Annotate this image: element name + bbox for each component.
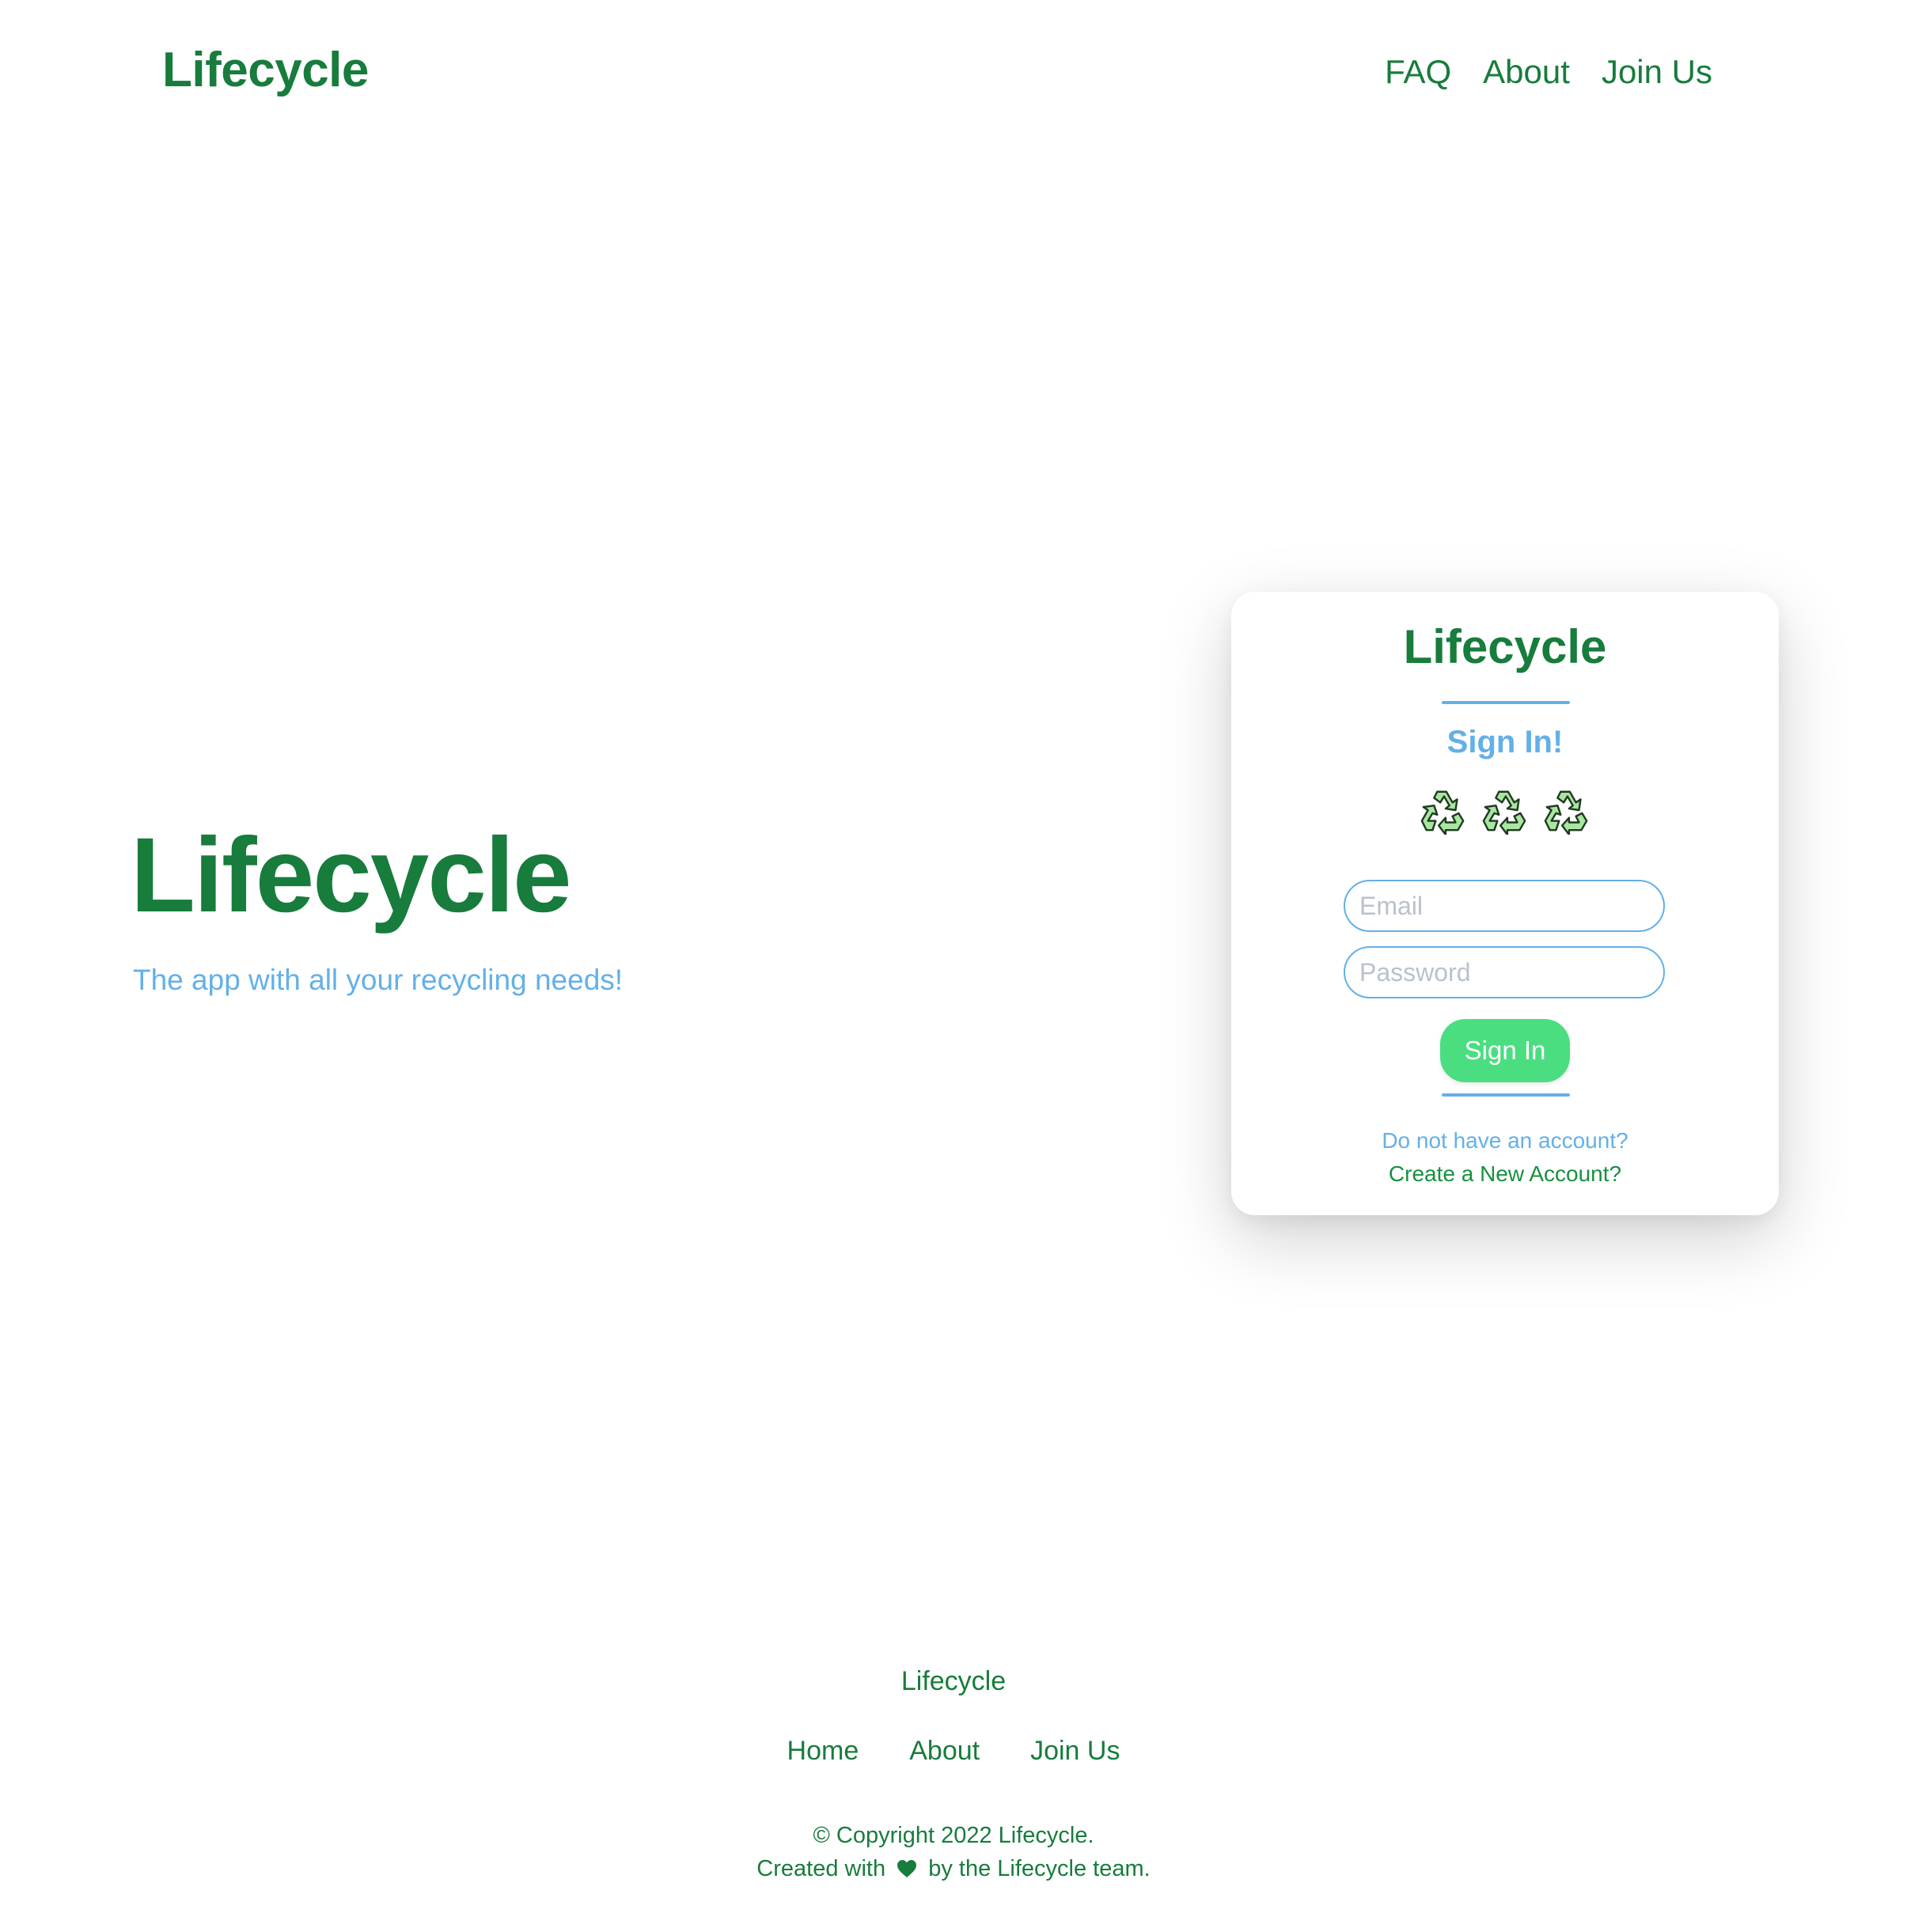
nav-link-about[interactable]: About bbox=[1483, 55, 1570, 89]
top-nav: FAQ About Join Us bbox=[1385, 55, 1712, 89]
footer-link-join-us[interactable]: Join Us bbox=[1030, 1737, 1120, 1764]
hero-subtitle: The app with all your recycling needs! bbox=[133, 964, 624, 996]
recycle-icon bbox=[1419, 786, 1468, 839]
email-input[interactable] bbox=[1344, 880, 1665, 932]
divider bbox=[1442, 1093, 1570, 1097]
footer-brand: Lifecycle bbox=[900, 1666, 1007, 1696]
nav-link-join-us[interactable]: Join Us bbox=[1602, 55, 1712, 89]
card-subtitle: Sign In! bbox=[1446, 725, 1564, 760]
footer-copyright: © Copyright 2022 Lifecycle. bbox=[813, 1823, 1094, 1848]
page: Lifecycle FAQ About Join Us Lifecycle Th… bbox=[0, 0, 1907, 1932]
footer-link-about[interactable]: About bbox=[909, 1737, 980, 1764]
hero-title: Lifecycle bbox=[131, 816, 572, 934]
recycle-icon bbox=[1542, 786, 1591, 839]
divider bbox=[1442, 701, 1570, 704]
header-logo[interactable]: Lifecycle bbox=[162, 46, 369, 95]
credits-suffix: by the Lifecycle team. bbox=[928, 1856, 1151, 1881]
footer-credits: Created with by the Lifecycle team. bbox=[0, 1858, 1907, 1883]
credits-prefix: Created with bbox=[756, 1856, 886, 1881]
footer-link-home[interactable]: Home bbox=[787, 1737, 859, 1764]
create-account-link[interactable]: Create a New Account? bbox=[1231, 1163, 1779, 1185]
recycle-icons bbox=[1231, 786, 1779, 839]
footer-nav: Home About Join Us bbox=[0, 1737, 1907, 1764]
heart-icon bbox=[897, 1859, 917, 1883]
signin-card: Lifecycle Sign In! Email Sign In Do not … bbox=[1231, 592, 1779, 1215]
no-account-text: Do not have an account? bbox=[1382, 1128, 1628, 1153]
sign-in-button[interactable]: Sign In bbox=[1440, 1019, 1570, 1082]
password-input[interactable] bbox=[1344, 946, 1665, 998]
recycle-icon bbox=[1480, 786, 1530, 839]
card-title: Lifecycle bbox=[1403, 620, 1607, 673]
nav-link-faq[interactable]: FAQ bbox=[1385, 55, 1451, 89]
